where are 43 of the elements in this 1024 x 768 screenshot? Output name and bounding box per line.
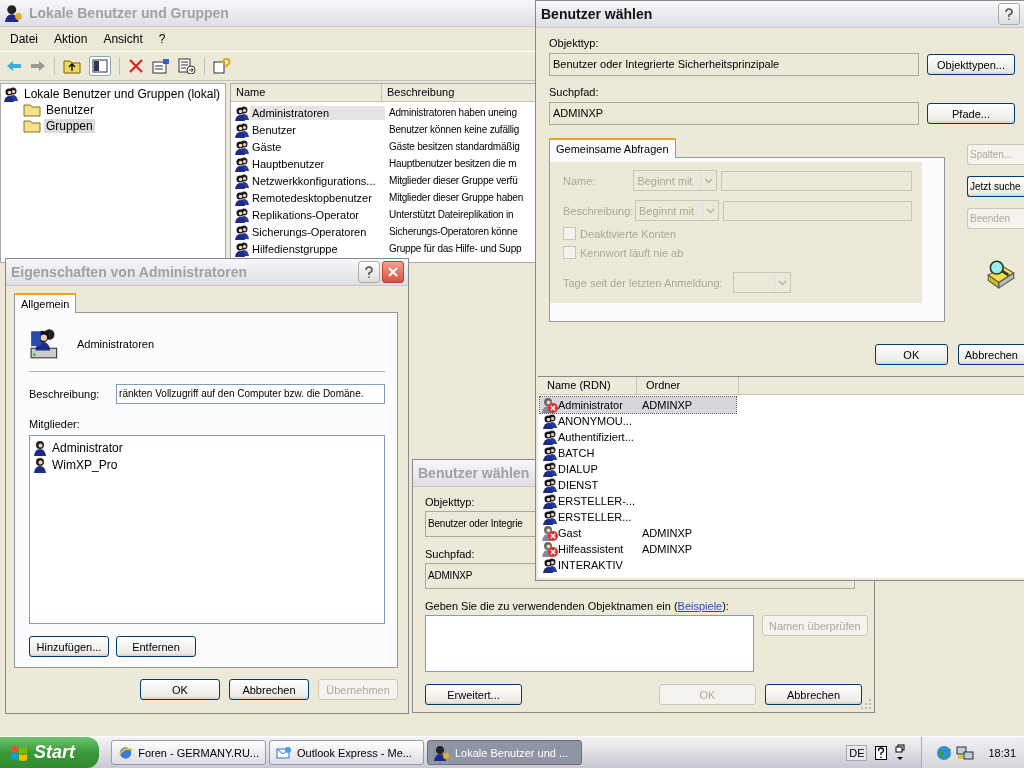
field-label: Name: — [563, 174, 597, 187]
names-prompt: Geben Sie die zu verwendenden Objektnamen ein (Beispiele): — [425, 600, 729, 612]
checkbox-label: Kennwort läuft nie ab — [580, 246, 684, 259]
window-title: Lokale Benutzer und Gruppen — [29, 5, 229, 21]
group-description: Sicherungs-Operatoren könne — [388, 226, 518, 237]
result-name: DIENST — [558, 479, 600, 491]
group-description: Benutzer können keine zufällig — [388, 124, 520, 135]
result-name: Gast — [558, 527, 583, 539]
field-label: Objekttyp: — [549, 37, 599, 49]
result-folder: ADMINXP — [642, 527, 693, 539]
group-description: Administratoren haben uneing — [388, 107, 517, 118]
result-name: ERSTELLER-... — [558, 495, 637, 507]
result-name: BATCH — [558, 447, 596, 459]
result-name: ANONYMOU... — [558, 415, 633, 427]
field-label: Suchpfad: — [549, 86, 599, 98]
group-description: Mitglieder dieser Gruppe verfü — [388, 175, 518, 186]
group-description: Gäste besitzen standardmäßig — [388, 141, 520, 152]
checkbox-label: Deaktivierte Konten — [580, 227, 676, 240]
field-label: Mitglieder: — [29, 418, 81, 430]
field-label: Beschreibung: — [563, 204, 631, 217]
group-description: Mitglieder dieser Gruppe haben — [388, 192, 524, 203]
result-name: DIALUP — [558, 463, 599, 475]
window-title: Benutzer wählen — [541, 6, 653, 22]
result-folder: ADMINXP — [642, 399, 693, 411]
search-path-field: ADMINXP — [549, 102, 919, 125]
group-description: Gruppe für das Hilfe- und Supp — [388, 243, 522, 254]
group-description: Hauptbenutzer besitzen die m — [388, 158, 517, 169]
result-name: INTERAKTIV — [558, 559, 624, 571]
group-description: Unterstützt Dateireplikation in — [388, 209, 514, 220]
field-label: Objekttyp: — [425, 496, 475, 508]
object-type-field: Benutzer oder Integrierte Sicherheitsprinzipale — [549, 53, 919, 76]
field-label: Beschreibung: — [29, 388, 101, 400]
window-title: Eigenschaften von Administratoren — [11, 264, 247, 280]
field-label: Tage seit der letzten Anmeldung: — [563, 276, 723, 289]
clock: 18:31 — [988, 746, 1016, 759]
result-name: Administrator — [558, 399, 624, 411]
result-name: Hilfeassistent — [558, 543, 625, 555]
result-name: Authentifiziert... — [558, 431, 635, 443]
result-name: ERSTELLER... — [558, 511, 633, 523]
result-folder: ADMINXP — [642, 543, 693, 555]
field-label: Suchpfad: — [425, 548, 475, 560]
group-name: Administratoren — [77, 338, 155, 350]
window-title: Benutzer wählen — [418, 465, 530, 481]
